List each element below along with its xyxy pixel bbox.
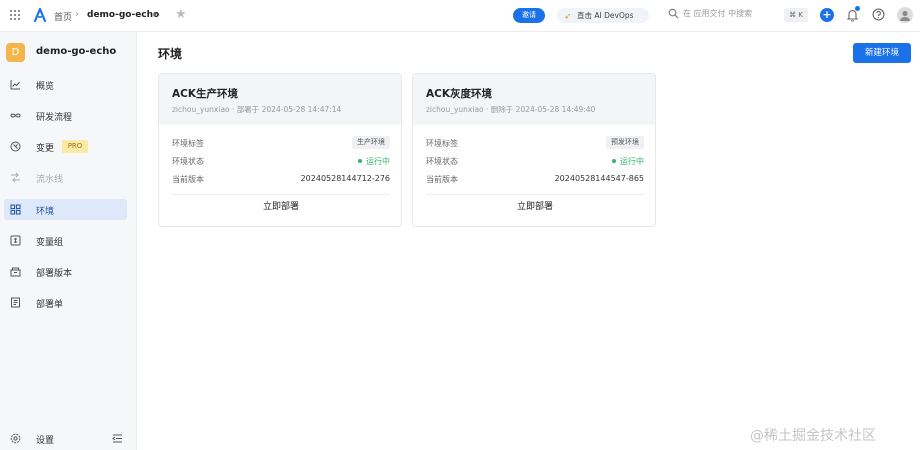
sidebar-item-label: 部署版本 [36,269,73,279]
breadcrumb-separator: › [75,9,79,20]
app-switcher-icon[interactable] [10,10,22,22]
sidebar-item-change[interactable]: 变更 PRO [4,136,127,157]
card-title: ACK灰度环境 [426,88,492,100]
rocket-icon: ➶ [564,12,572,22]
ai-devops-button[interactable]: ➶ 直击 AI DevOps [557,8,649,23]
env-tag-key: 环境标签 [172,139,204,148]
sidebar-item-label: 研发流程 [36,113,73,123]
ai-devops-label: 直击 AI DevOps [577,11,634,20]
card-divider [426,194,644,195]
chevron-down-icon[interactable]: ▾ [153,10,157,19]
yunxiao-logo-icon[interactable] [32,7,48,23]
status-badge: 运行中 [612,156,644,167]
search-shortcut: ⌘ K [784,8,808,22]
sidebar-item-label: 概览 [36,82,55,92]
card-header: ACK灰度环境 zichou_yunxiao · 删除于 2024-05-28 … [413,74,655,125]
sidebar-settings[interactable]: 设置 [4,430,127,448]
chart-line-icon [10,80,20,90]
sidebar-item-dev-flow[interactable]: 研发流程 [4,105,127,126]
env-status-row: 环境状态 运行中 [172,154,390,168]
status-dot-icon [612,159,616,163]
env-status-row: 环境状态 运行中 [426,154,644,168]
document-icon [11,297,20,308]
env-version-row: 当前版本 20240528144712-276 [172,172,390,186]
environment-card[interactable]: ACK灰度环境 zichou_yunxiao · 删除于 2024-05-28 … [412,73,656,227]
status-badge: 运行中 [358,156,390,167]
help-icon[interactable] [872,8,885,21]
variable-icon [10,235,21,246]
sidebar-item-label: 环境 [36,207,55,217]
sidebar-item-label: 变更 [36,144,55,154]
env-version-value: 20240528144547-865 [554,174,644,183]
project-avatar: D [6,43,25,62]
sidebar-item-label: 变量组 [36,238,64,248]
sidebar-item-label: 部署单 [36,300,64,310]
deploy-now-button[interactable]: 立即部署 [413,197,655,217]
search-icon [668,8,679,19]
branch-icon [10,141,21,152]
sidebar-item-label: 流水线 [36,175,64,185]
deploy-now-button[interactable]: 立即部署 [159,197,401,217]
settings-label: 设置 [36,436,55,446]
status-dot-icon [358,159,362,163]
status-text: 运行中 [620,157,644,166]
status-text: 运行中 [366,157,390,166]
env-version-key: 当前版本 [172,175,204,184]
collapse-sidebar-icon[interactable] [112,433,123,444]
card-meta: zichou_yunxiao · 删除于 2024-05-28 14:49:40 [426,105,596,114]
notification-dot [855,6,860,11]
new-environment-button[interactable]: 新建环境 [853,43,911,63]
sidebar-item-pipeline[interactable]: 流水线 [4,167,127,188]
watermark: @稀土掘金技术社区 [750,428,876,444]
infinity-icon [10,113,21,118]
star-icon[interactable]: ★ [175,7,187,22]
env-tag-key: 环境标签 [426,139,458,148]
top-bar: 首页 › demo-go-echo ▾ ★ 邀请 ➶ 直击 AI DevOps … [0,0,920,32]
sidebar-item-environment[interactable]: 环境 [4,199,127,220]
env-tag-row: 环境标签 预发环境 [426,136,644,150]
env-status-key: 环境状态 [172,157,204,166]
pipeline-icon [11,172,20,183]
sidebar-item-variable-group[interactable]: 变量组 [4,230,127,251]
environment-card[interactable]: ACK生产环境 zichou_yunxiao · 部署于 2024-05-28 … [158,73,402,227]
search-input[interactable] [683,9,783,18]
card-meta: zichou_yunxiao · 部署于 2024-05-28 14:47:14 [172,105,342,114]
user-avatar[interactable] [897,7,913,23]
card-header: ACK生产环境 zichou_yunxiao · 部署于 2024-05-28 … [159,74,401,125]
grid-icon [10,204,21,215]
create-button[interactable]: + [820,8,834,22]
env-version-key: 当前版本 [426,175,458,184]
breadcrumb-home[interactable]: 首页 [54,10,72,23]
invite-button[interactable]: 邀请 [513,8,545,23]
page-title: 环境 [158,47,183,61]
env-version-value: 20240528144712-276 [300,174,390,183]
env-version-row: 当前版本 20240528144547-865 [426,172,644,186]
sidebar-item-deploy-order[interactable]: 部署单 [4,292,127,313]
gear-icon [10,433,21,444]
env-tag: 生产环境 [352,136,390,149]
sidebar-item-deploy-version[interactable]: 部署版本 [4,261,127,282]
project-selector[interactable]: D demo-go-echo [6,42,131,64]
project-name: demo-go-echo [36,46,117,57]
sidebar: D demo-go-echo 概览 研发流程 变更 PRO 流水线 环境 变量组… [0,32,137,450]
env-status-key: 环境状态 [426,157,458,166]
env-tag: 预发环境 [606,136,644,149]
package-icon [10,267,21,277]
breadcrumb-app[interactable]: demo-go-echo [87,10,159,20]
card-divider [172,194,390,195]
main-content: 环境 新建环境 ACK生产环境 zichou_yunxiao · 部署于 202… [138,32,920,450]
pro-badge: PRO [62,140,88,153]
sidebar-item-overview[interactable]: 概览 [4,74,127,95]
env-tag-row: 环境标签 生产环境 [172,136,390,150]
card-title: ACK生产环境 [172,88,238,100]
